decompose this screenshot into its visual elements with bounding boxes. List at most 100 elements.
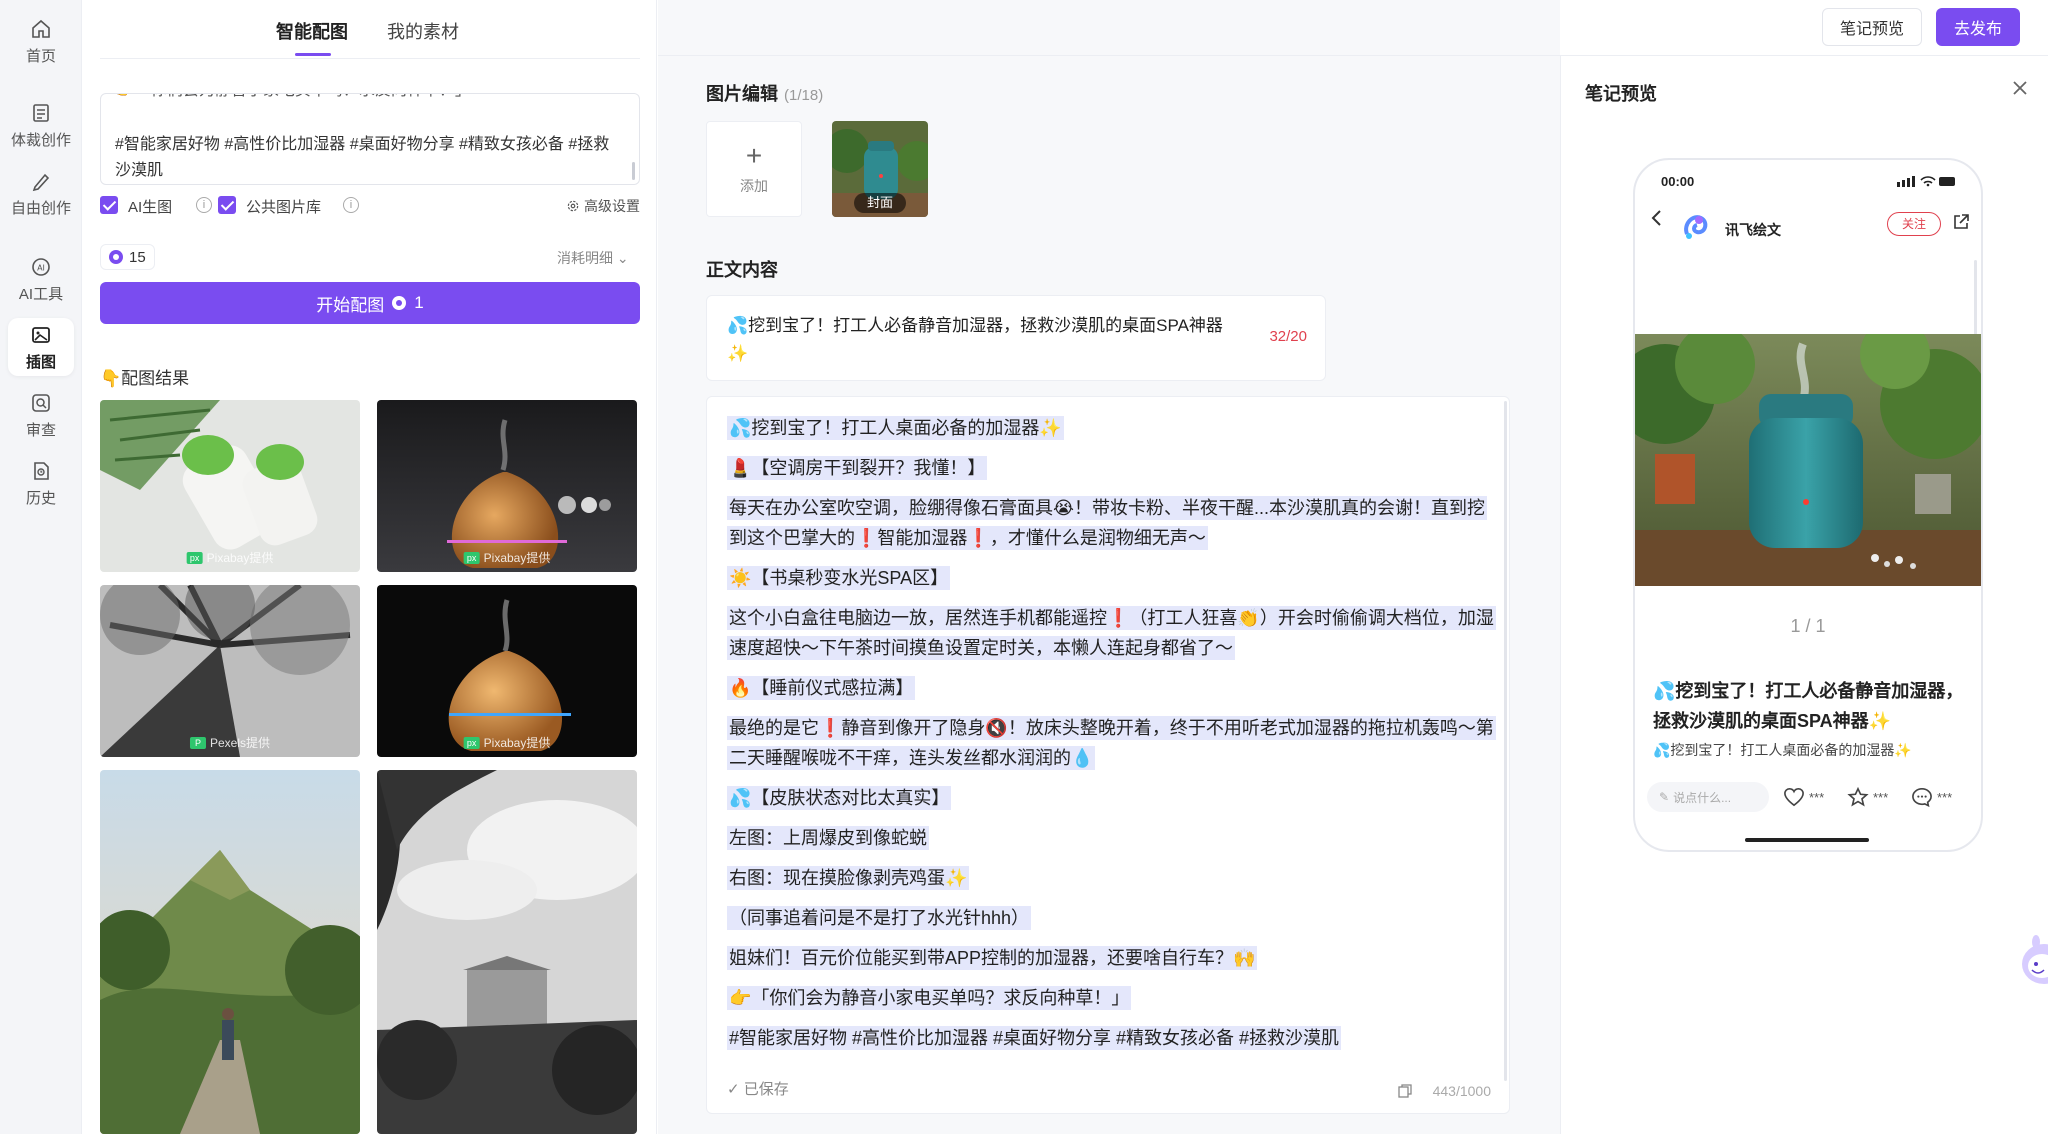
tab-smart-match[interactable]: 智能配图	[276, 18, 348, 44]
preview-panel: 笔记预览 00:00 讯飞绘文 关注 1 / 1 💦挖到宝了！打工人必备静音加湿…	[1560, 56, 2048, 1134]
phone-time: 00:00	[1661, 174, 1695, 189]
public-library-checkbox[interactable]	[218, 196, 236, 214]
follow-button[interactable]: 关注	[1887, 212, 1941, 236]
like-button[interactable]: ***	[1783, 786, 1824, 808]
humidifier-cactus-photo	[100, 400, 360, 572]
star-count: ***	[1873, 789, 1889, 805]
add-image-button[interactable]: + 添加	[706, 121, 802, 217]
image-section-title: 图片编辑 (1/18)	[706, 80, 823, 106]
ai-icon: AI	[32, 257, 50, 276]
wood-diffuser-photo	[377, 400, 637, 572]
credits-value: 15	[129, 248, 146, 266]
pexels-icon: P	[189, 736, 206, 749]
start-match-label: 开始配图	[316, 295, 385, 315]
wood-diffuser-photo	[377, 585, 637, 757]
options-row: AI生图 i 公共图片库 i 高级设置	[100, 194, 640, 218]
title-text: 💦挖到宝了！打工人必备静音加湿器，拯救沙漠肌的桌面SPA神器✨	[727, 316, 1223, 363]
tab-my-materials[interactable]: 我的素材	[387, 18, 459, 44]
ai-image-checkbox[interactable]	[100, 196, 118, 214]
watermark-label: Pexels提供	[209, 736, 271, 750]
body-scrollbar[interactable]	[1504, 401, 1507, 1081]
sidebar: 首页 体裁创作 自由创作 AI AI工具 插图 审查 历史	[0, 0, 82, 1134]
body-line: ☀️【书桌秒变水光SPA区】	[727, 566, 951, 590]
textarea-scrollbar[interactable]	[632, 162, 635, 180]
body-lines: 💦挖到宝了！打工人桌面必备的加湿器✨ 💄【空调房干到裂开？我懂！】 每天在办公室…	[727, 413, 1497, 1063]
sidebar-item-review[interactable]: 审查	[8, 386, 74, 444]
result-image[interactable]	[100, 770, 360, 1134]
sidebar-item-label: 历史	[25, 489, 56, 507]
result-image[interactable]: px Pixabay提供	[100, 400, 360, 572]
body-line: 🔥【睡前仪式感拉满】	[727, 676, 916, 700]
watermark-label: Pixabay提供	[483, 736, 551, 750]
sidebar-item-history[interactable]: 历史	[8, 454, 74, 512]
body-line: #智能家居好物 #高性价比加湿器 #桌面好物分享 #精致女孩必备 #拯救沙漠肌	[727, 1026, 1342, 1050]
preview-title: 笔记预览	[1585, 84, 1657, 104]
watermark: P Pexels提供	[189, 734, 271, 751]
saved-status: ✓ 已保存	[727, 1081, 789, 1098]
sidebar-item-home[interactable]: 首页	[8, 12, 74, 70]
page-indicator: 1 / 1	[1790, 616, 1826, 636]
image-count: (1/18)	[784, 87, 824, 104]
author-name: 讯飞绘文	[1725, 222, 1781, 238]
body-line: 姐妹们！百元价位能买到带APP控制的加湿器，还要啥自行车？🙌	[727, 946, 1258, 970]
copy-icon[interactable]	[1397, 1083, 1413, 1099]
watermark: px Pixabay提供	[463, 734, 551, 751]
assistant-mascot-icon[interactable]	[2018, 934, 2048, 988]
tree-bw-photo	[100, 585, 360, 757]
avatar[interactable]	[1679, 210, 1713, 244]
back-icon[interactable]	[1649, 208, 1665, 228]
note-image[interactable]	[1635, 334, 1981, 586]
body-line: （同事追着问是不是打了水光针hhh）	[727, 906, 1032, 930]
share-icon[interactable]	[1951, 212, 1971, 232]
body-line: 最绝的是它❗静音到像开了隐身🔇！放床头整晚开着，终于不用听老式加湿器的拖拉机轰鸣…	[727, 716, 1496, 770]
close-icon[interactable]	[2010, 78, 2030, 98]
start-match-button[interactable]: 开始配图 1	[100, 282, 640, 324]
sidebar-item-free[interactable]: 自由创作	[8, 164, 74, 222]
active-tab-indicator	[295, 53, 331, 56]
heart-icon	[1784, 787, 1804, 807]
consume-detail-link[interactable]: 消耗明细 ⌄	[557, 248, 629, 268]
info-icon[interactable]: i	[196, 197, 212, 213]
title-input[interactable]: 💦挖到宝了！打工人必备静音加湿器，拯救沙漠肌的桌面SPA神器✨ 32/20	[706, 295, 1326, 381]
editor-panel: 图片编辑 (1/18) + 添加 封面 正文内容 💦挖到宝了！打工人必备静音加湿器…	[658, 0, 1560, 1134]
body-line: 这个小白盒往电脑边一放，居然连手机都能遥控❗（打工人狂喜👏）开会时偷偷调大档位，…	[727, 606, 1496, 660]
advanced-settings-button[interactable]: 高级设置	[566, 196, 640, 216]
plus-icon: +	[745, 140, 763, 171]
consume-detail-label: 消耗明细	[557, 250, 613, 266]
result-image[interactable]: px Pixabay提供	[377, 400, 637, 572]
sidebar-item-ai-tools[interactable]: AI AI工具	[8, 250, 74, 308]
note-preview-button[interactable]: 笔记预览	[1822, 8, 1922, 46]
chevron-down-icon: ⌄	[616, 250, 629, 266]
sidebar-item-label: 插图	[25, 353, 56, 371]
sidebar-item-label: 审查	[25, 421, 56, 439]
publish-button[interactable]: 去发布	[1936, 8, 2020, 46]
body-editor[interactable]: 💦挖到宝了！打工人桌面必备的加湿器✨ 💄【空调房干到裂开？我懂！】 每天在办公室…	[706, 396, 1510, 1114]
comment-input[interactable]: ✎ 说点什么...	[1647, 782, 1769, 812]
result-image[interactable]	[377, 770, 637, 1134]
content-textarea[interactable]: 👉「你们会为静音小家电买单吗？求反向种草！」 #智能家居好物 #高性价比加湿器 …	[100, 93, 640, 185]
coin-icon	[109, 250, 123, 264]
tab-bar: 智能配图 我的素材	[83, 0, 656, 58]
note-title: 💦挖到宝了！打工人必备静音加湿器，拯救沙漠肌的桌面SPA神器✨	[1653, 681, 1964, 731]
svg-text:AI: AI	[37, 263, 45, 272]
result-image[interactable]: px Pixabay提供	[377, 585, 637, 757]
star-button[interactable]: ***	[1847, 786, 1888, 808]
status-bar-icons	[1897, 176, 1955, 187]
add-image-label: 添加	[740, 178, 768, 194]
textarea-cut-line: 👉「你们会为静音小家电买单吗？求反向种草！」	[115, 94, 615, 104]
home-icon	[32, 19, 50, 38]
body-char-count: 443/1000	[1432, 1083, 1491, 1099]
comment-button[interactable]: ***	[1911, 786, 1952, 808]
result-title: 👇配图结果	[100, 369, 190, 388]
image-section-label: 图片编辑	[706, 84, 778, 104]
result-image[interactable]: P Pexels提供	[100, 585, 360, 757]
body-line: 左图：上周爆皮到像蛇蜕	[727, 826, 929, 850]
sidebar-item-genre[interactable]: 体裁创作	[8, 96, 74, 154]
pixabay-icon: px	[186, 551, 203, 564]
pixabay-icon: px	[463, 736, 480, 749]
cover-image[interactable]: 封面	[832, 121, 928, 217]
sidebar-item-illustration[interactable]: 插图	[8, 318, 74, 376]
pixabay-icon: px	[463, 551, 480, 564]
watermark-label: Pixabay提供	[483, 551, 551, 565]
info-icon[interactable]: i	[343, 197, 359, 213]
